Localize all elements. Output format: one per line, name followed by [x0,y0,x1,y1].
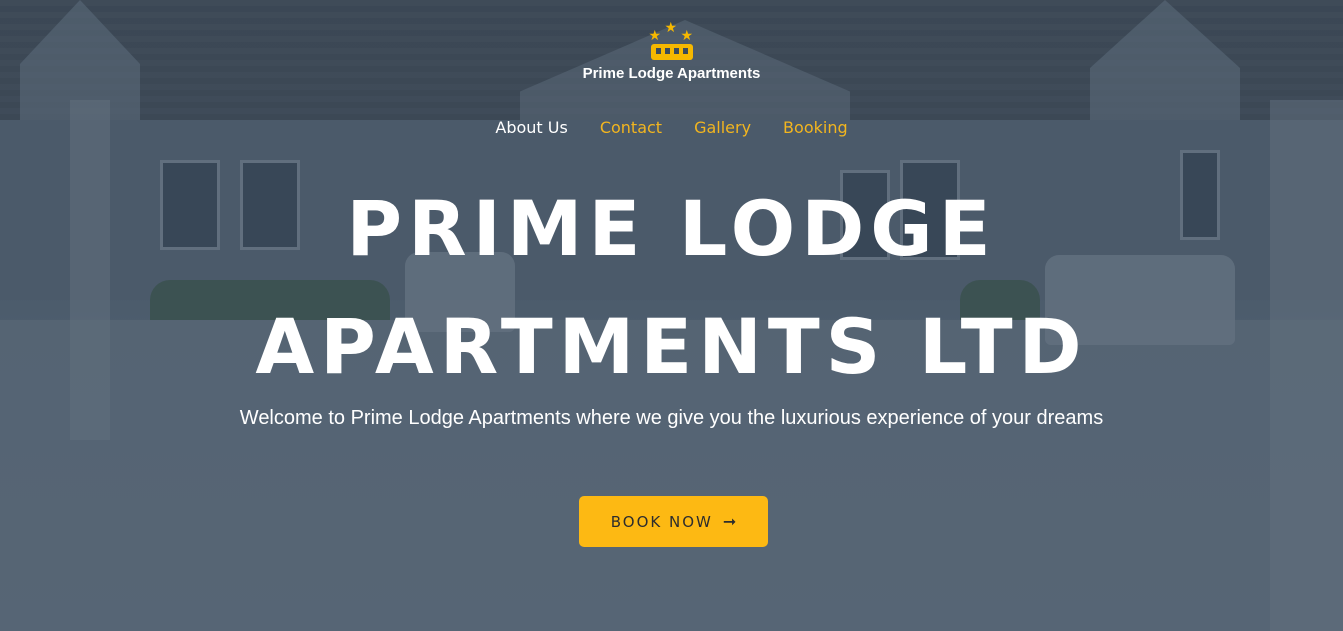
main-nav: About Us Contact Gallery Booking [0,118,1343,137]
hero-section: ★ ★ ★ Prime Lodge Apartments About Us Co… [0,0,1343,631]
arrow-right-icon: ➞ [722,512,737,531]
logo-text: Prime Lodge Apartments [582,65,761,82]
book-now-label: BOOK NOW [610,512,713,531]
site-logo[interactable]: ★ ★ ★ Prime Lodge Apartments [0,20,1343,82]
nav-item-booking[interactable]: Booking [783,118,848,137]
nav-item-contact[interactable]: Contact [600,118,662,137]
hero-title: PRIME LODGE APARTMENTS LTD [255,184,1088,391]
book-now-button[interactable]: BOOK NOW ➞ [579,496,768,547]
nav-item-gallery[interactable]: Gallery [694,118,751,137]
nav-item-about-us[interactable]: About Us [495,118,567,137]
hotel-stars-logo-icon: ★ ★ ★ [647,20,697,60]
hero-subtitle: Welcome to Prime Lodge Apartments where … [239,407,1104,429]
